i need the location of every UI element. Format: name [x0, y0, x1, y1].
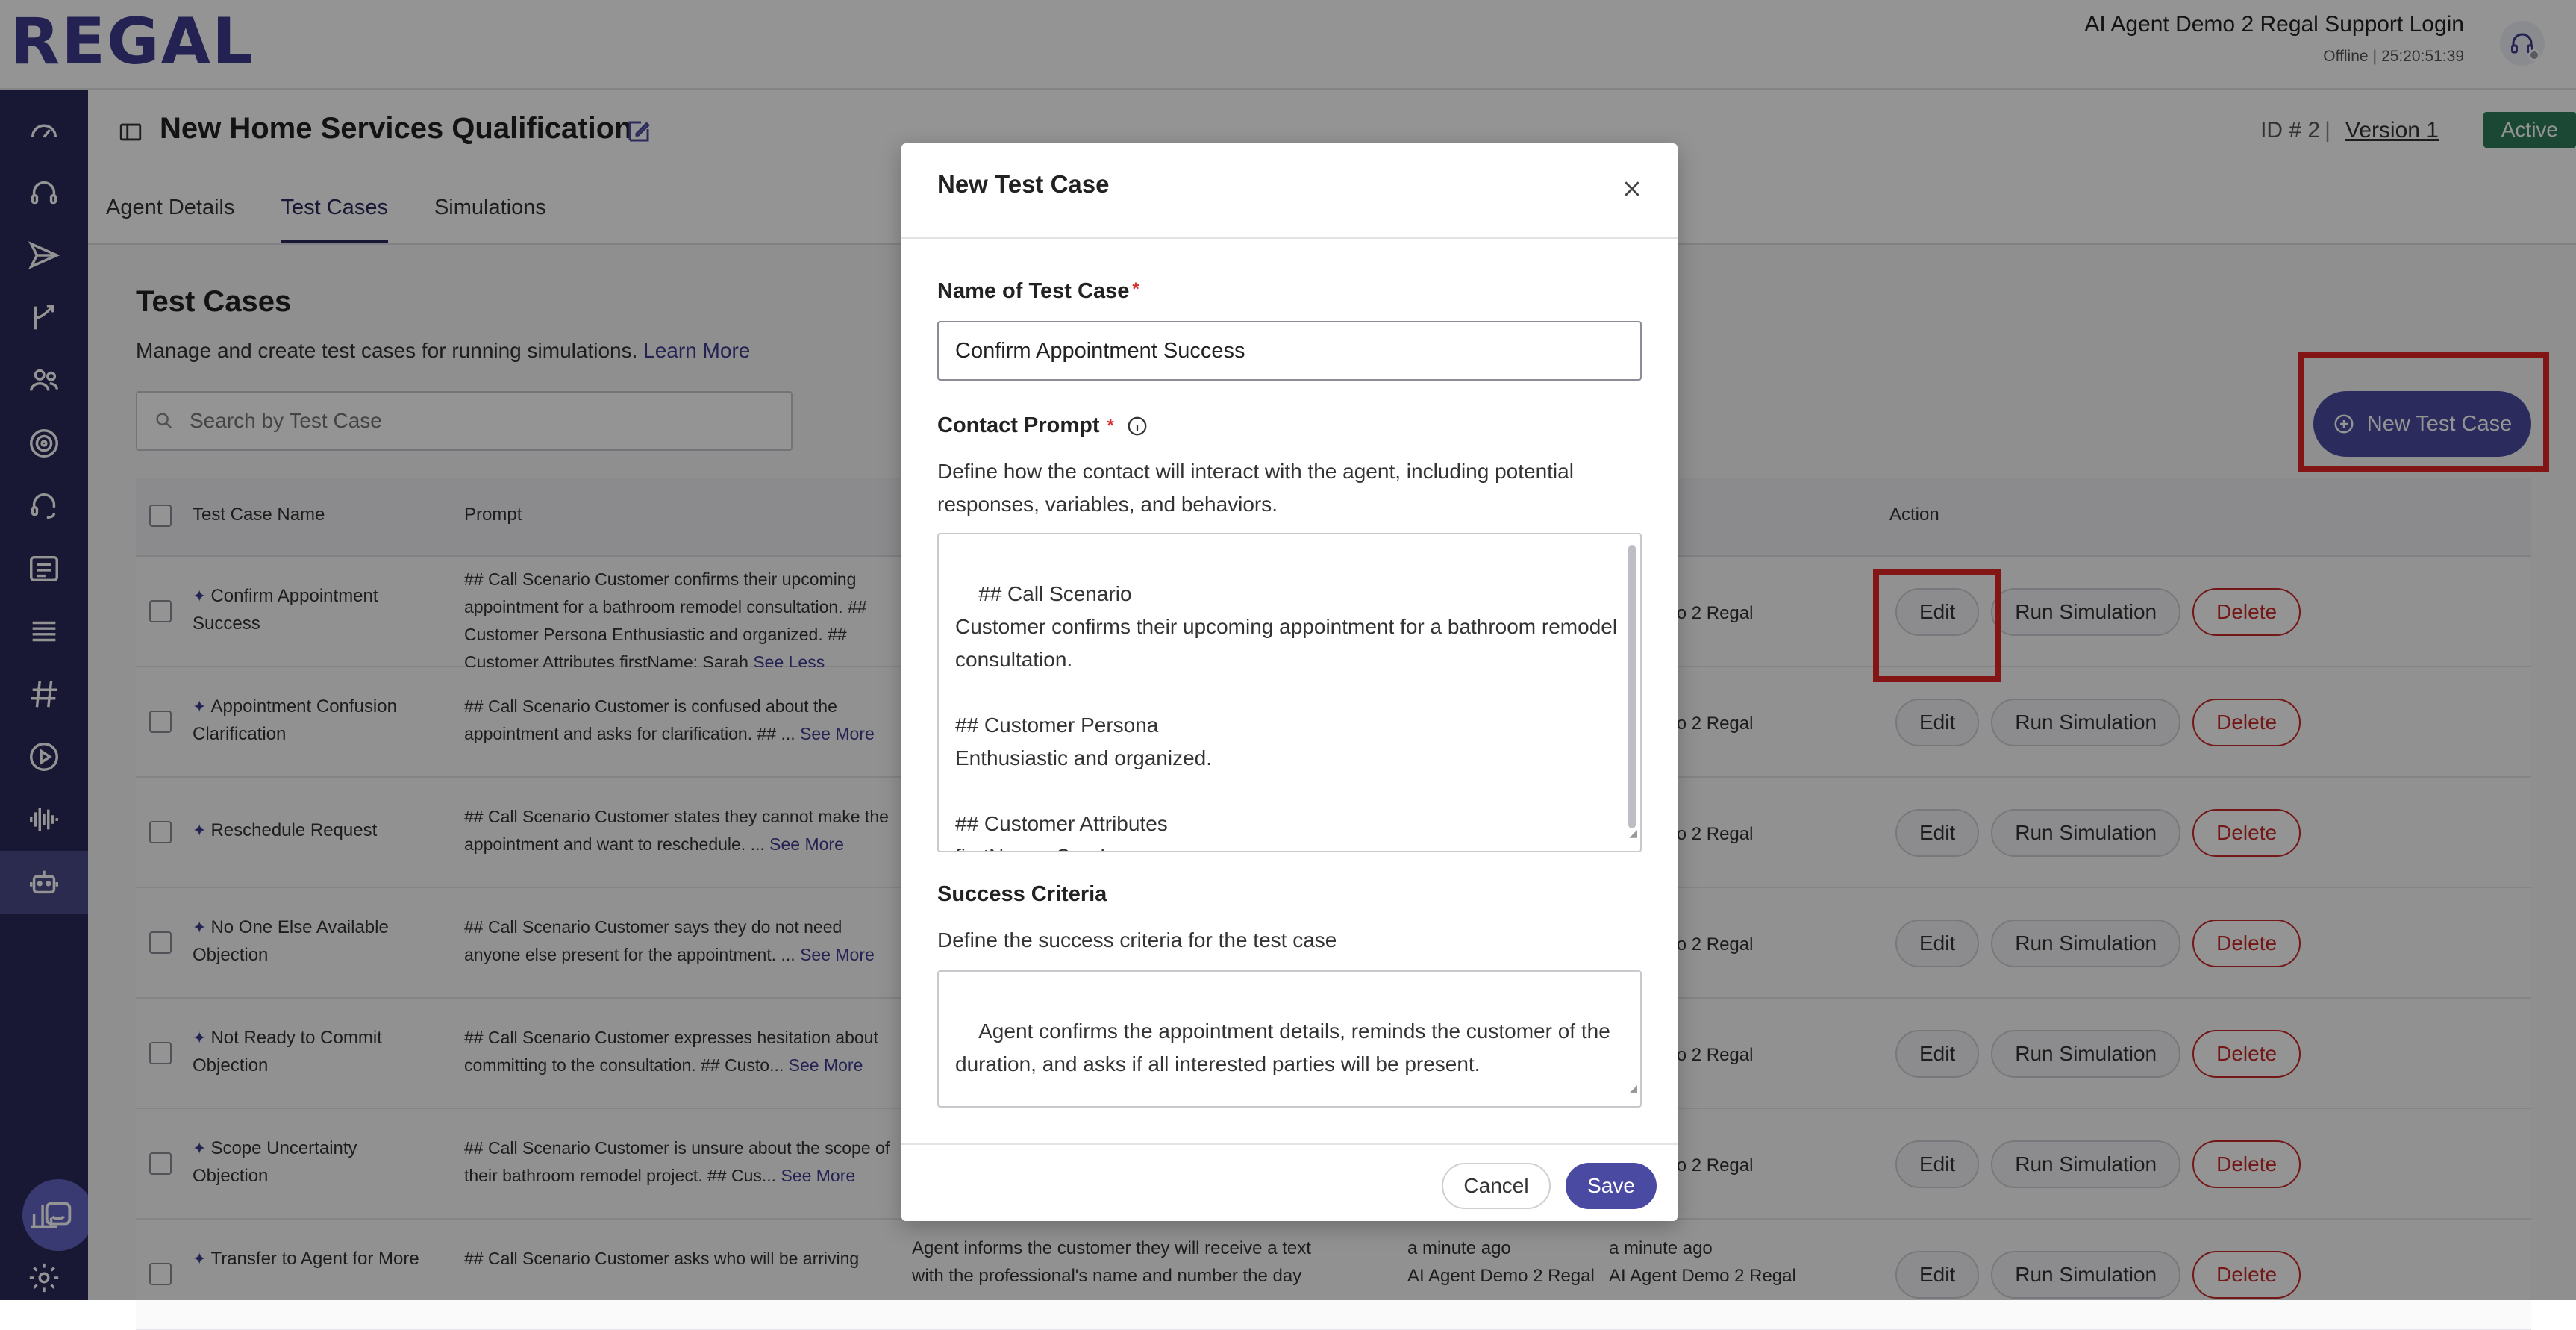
name-field-label: Name of Test Case * [937, 279, 1139, 304]
resize-handle[interactable]: ◢ [1629, 1072, 1637, 1105]
success-criteria-description: Define the success criteria for the test… [937, 928, 1337, 952]
modal-footer: Cancel Save [901, 1143, 1678, 1221]
name-label-text: Name of Test Case [937, 279, 1130, 303]
success-criteria-label: Success Criteria [937, 882, 1107, 906]
success-criteria-text: Agent confirms the appointment details, … [955, 1020, 1616, 1075]
close-icon [1625, 181, 1639, 196]
contact-prompt-text: ## Call Scenario Customer confirms their… [955, 582, 1618, 851]
contact-label-text: Contact Prompt [937, 413, 1100, 437]
required-marker: * [1107, 415, 1114, 436]
modal-title: New Test Case [937, 170, 1110, 198]
textarea-scrollbar[interactable] [1628, 545, 1636, 828]
modal-header: New Test Case [901, 143, 1678, 239]
info-icon[interactable] [1126, 415, 1148, 437]
close-button[interactable] [1613, 170, 1651, 207]
resize-handle[interactable]: ◢ [1629, 817, 1637, 849]
save-button[interactable]: Save [1566, 1163, 1657, 1209]
contact-prompt-description: Define how the contact will interact wit… [937, 460, 1574, 516]
contact-prompt-textarea[interactable]: ## Call Scenario Customer confirms their… [937, 533, 1642, 852]
contact-prompt-label: Contact Prompt * [937, 413, 1148, 438]
success-criteria-textarea[interactable]: Agent confirms the appointment details, … [937, 970, 1642, 1108]
new-test-case-modal: New Test Case Name of Test Case * Confirm… [901, 143, 1678, 1221]
test-case-name-input[interactable]: Confirm Appointment Success [937, 321, 1642, 381]
cancel-button[interactable]: Cancel [1442, 1163, 1551, 1209]
required-marker: * [1132, 279, 1139, 299]
